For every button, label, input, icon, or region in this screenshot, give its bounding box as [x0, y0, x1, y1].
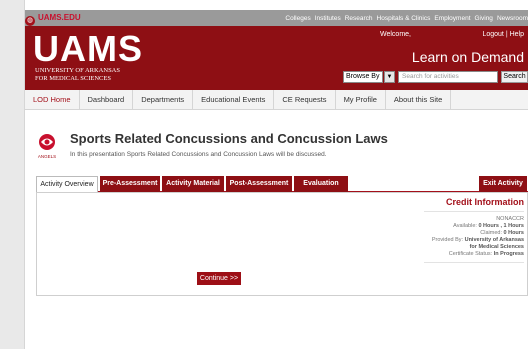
nav-about[interactable]: About this Site — [386, 90, 452, 110]
site-header: UAMS UNIVERSITY OF ARKANSAS FOR MEDICAL … — [25, 26, 528, 90]
page-subtitle: In this presentation Sports Related Conc… — [70, 151, 327, 158]
top-link-hospitals[interactable]: Hospitals & Clinics — [377, 15, 431, 22]
tab-activity-overview[interactable]: Activity Overview — [36, 176, 98, 192]
top-link-institutes[interactable]: Institutes — [315, 15, 341, 22]
chevron-down-icon[interactable]: ▼ — [384, 71, 395, 83]
main-nav: LOD Home Dashboard Departments Education… — [25, 90, 528, 110]
nav-my-profile[interactable]: My Profile — [336, 90, 386, 110]
divider — [424, 262, 524, 263]
certificate-status: Certificate Status: In Progress — [448, 251, 524, 257]
browse-by-select[interactable]: Browse By — [343, 71, 383, 83]
credit-claimed: Claimed: 0 Hours — [480, 230, 524, 236]
nav-ce-requests[interactable]: CE Requests — [274, 90, 336, 110]
top-links: Colleges Institutes Research Hospitals &… — [285, 10, 528, 26]
uams-logo[interactable]: UAMS — [33, 29, 143, 69]
page: ◍ UAMS.EDU Colleges Institutes Research H… — [25, 0, 528, 349]
page-title: Sports Related Concussions and Concussio… — [70, 131, 388, 146]
divider — [424, 211, 524, 212]
link-separator: | — [505, 31, 508, 38]
continue-button[interactable]: Continue >> — [197, 272, 241, 285]
credit-provider: Provided By: University of Arkansas for … — [431, 237, 524, 250]
top-link-giving[interactable]: Giving — [475, 15, 493, 22]
account-links: Logout | Help — [482, 31, 524, 38]
globe-icon: ◍ — [25, 16, 35, 26]
welcome-text: Welcome, — [380, 31, 411, 38]
nav-lod-home[interactable]: LOD Home — [25, 90, 80, 110]
tab-activity-material[interactable]: Activity Material — [162, 176, 224, 192]
search-input[interactable]: Search for activities — [398, 71, 498, 83]
top-link-employment[interactable]: Employment — [434, 15, 470, 22]
exit-activity-button[interactable]: Exit Activity — [479, 176, 527, 192]
credit-heading: Credit Information — [446, 197, 524, 207]
angels-caption: ANGELS — [38, 154, 56, 159]
nav-educational-events[interactable]: Educational Events — [193, 90, 275, 110]
tagline: Learn on Demand — [411, 49, 524, 65]
tab-pre-assessment[interactable]: Pre-Assessment — [100, 176, 160, 192]
angels-logo-icon: ANGELS — [38, 134, 56, 159]
top-link-research[interactable]: Research — [345, 15, 373, 22]
tab-evaluation[interactable]: Evaluation — [294, 176, 348, 192]
page-left-margin — [0, 0, 25, 349]
nav-dashboard[interactable]: Dashboard — [80, 90, 134, 110]
credit-code: NONACCR — [496, 216, 524, 222]
top-link-newsroom[interactable]: Newsroom — [497, 15, 528, 22]
search-button[interactable]: Search — [501, 71, 528, 83]
nav-departments[interactable]: Departments — [133, 90, 194, 110]
help-link[interactable]: Help — [510, 31, 524, 38]
top-link-colleges[interactable]: Colleges — [285, 15, 310, 22]
site-link[interactable]: ◍ UAMS.EDU — [25, 10, 81, 26]
university-name: UNIVERSITY OF ARKANSAS FOR MEDICAL SCIEN… — [35, 67, 120, 82]
logout-link[interactable]: Logout — [482, 31, 503, 38]
tab-post-assessment[interactable]: Post-Assessment — [226, 176, 292, 192]
credit-information: Credit Information NONACCR Available: 0 … — [424, 197, 524, 263]
activity-tabs: Activity Overview Pre-Assessment Activit… — [36, 176, 528, 192]
credit-available: Available: 0 Hours , 1 Hours — [453, 223, 524, 229]
top-utility-bar: ◍ UAMS.EDU Colleges Institutes Research H… — [25, 10, 528, 26]
